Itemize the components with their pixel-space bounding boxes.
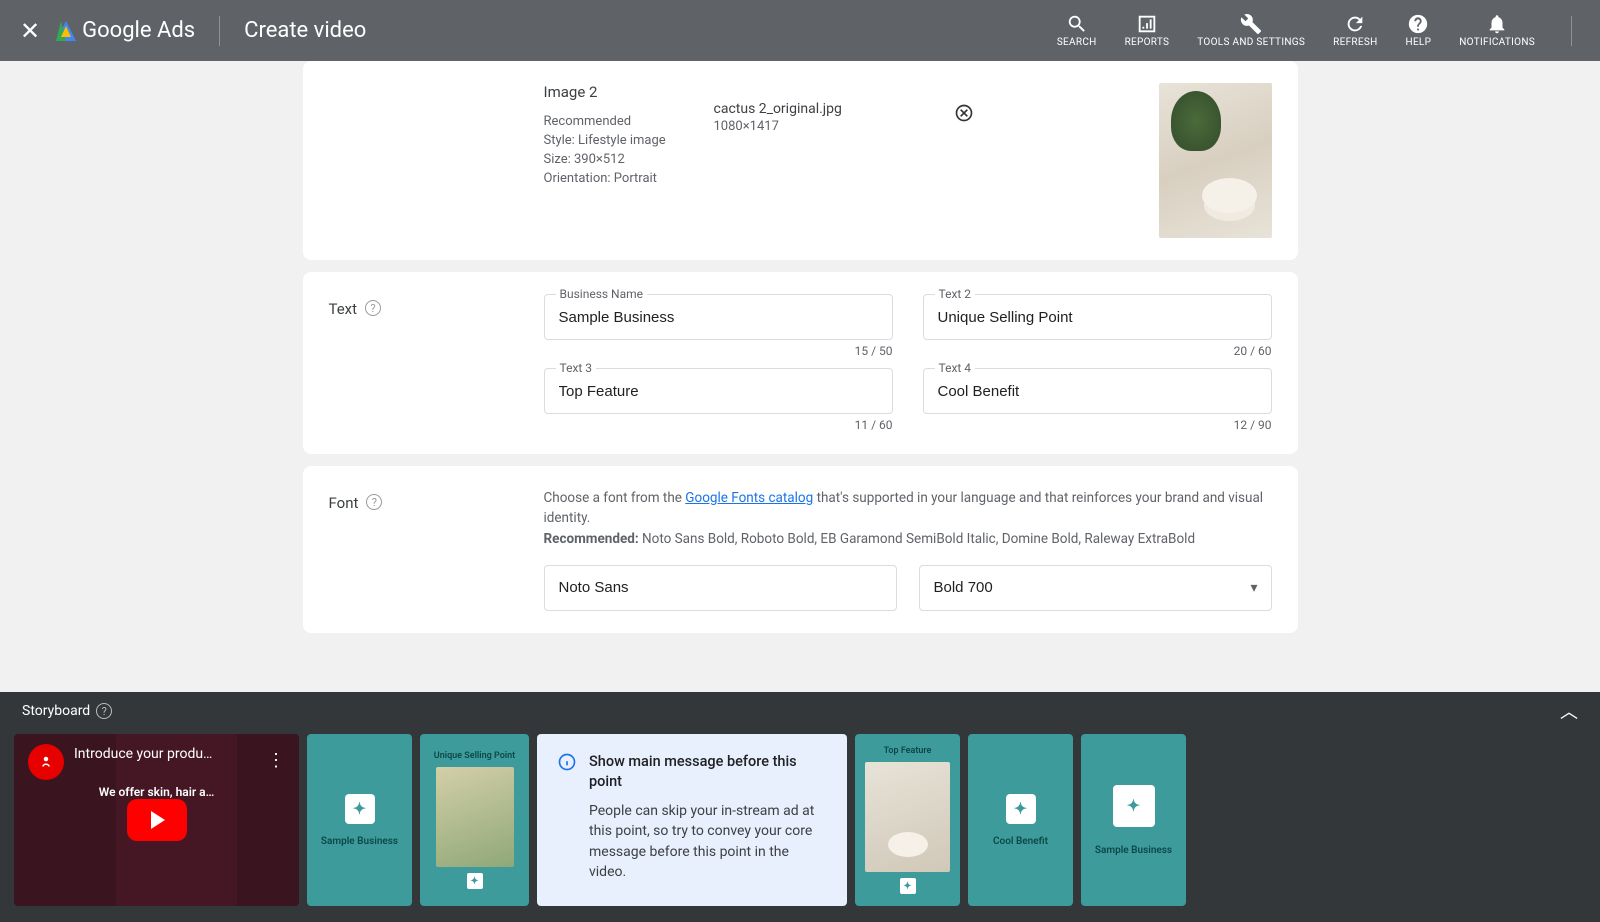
video-title: Introduce your produ… [74, 746, 259, 762]
storyboard-frame[interactable]: ✦ Sample Business [307, 734, 412, 906]
font-family-input[interactable] [544, 565, 897, 611]
chevron-up-icon[interactable]: ︿ [1560, 698, 1578, 724]
image-thumbnail[interactable] [1159, 83, 1272, 238]
info-body: People can skip your in-stream ad at thi… [589, 801, 827, 882]
text-card: Text ? Business Name 15 / 50 Text 2 20 /… [303, 272, 1298, 454]
brand-logo-icon: ✦ [1113, 785, 1155, 827]
notifications-button[interactable]: NOTIFICATIONS [1459, 13, 1535, 48]
field-label: Text 3 [556, 361, 597, 375]
play-button[interactable] [127, 799, 187, 841]
storyboard-info: Show main message before this point Peop… [537, 734, 847, 906]
close-icon[interactable]: ✕ [20, 17, 40, 45]
storyboard-frame[interactable]: Top Feature ✦ [855, 734, 960, 906]
reports-button[interactable]: REPORTS [1125, 13, 1170, 48]
close-circle-icon [954, 103, 974, 123]
image-card: Image 2 Recommended Style: Lifestyle ima… [303, 61, 1298, 260]
frame-image [436, 767, 514, 867]
help-icon[interactable]: ? [366, 494, 382, 510]
help-icon[interactable]: ? [365, 300, 381, 316]
font-weight-select[interactable] [919, 565, 1272, 611]
wrench-icon [1240, 13, 1262, 35]
char-counter: 15 / 50 [544, 344, 893, 358]
brand-text: Google Ads [82, 18, 195, 43]
storyboard-title: Storyboard [22, 703, 90, 719]
brand-logo-icon: ✦ [900, 878, 916, 894]
field-label: Business Name [556, 287, 648, 301]
video-preview[interactable]: Introduce your produ… ⋮ We offer skin, h… [14, 734, 299, 906]
storyboard-frame[interactable]: ✦ Sample Business [1081, 734, 1186, 906]
logo-icon [56, 21, 76, 41]
image-size: Size: 390×512 [544, 151, 694, 170]
image-filename: cactus 2_original.jpg [714, 101, 934, 117]
search-icon [1066, 13, 1088, 35]
brand-logo-icon: ✦ [345, 794, 375, 824]
char-counter: 12 / 90 [923, 418, 1272, 432]
fonts-catalog-link[interactable]: Google Fonts catalog [685, 490, 813, 506]
font-description: Choose a font from the Google Fonts cata… [544, 488, 1272, 549]
field-label: Text 4 [935, 361, 976, 375]
refresh-icon [1344, 13, 1366, 35]
remove-image-button[interactable] [954, 83, 974, 127]
more-icon[interactable]: ⋮ [267, 750, 285, 771]
char-counter: 20 / 60 [923, 344, 1272, 358]
refresh-button[interactable]: REFRESH [1333, 13, 1377, 48]
help-icon [1407, 13, 1429, 35]
frame-image [865, 762, 950, 872]
image-rec: Recommended [544, 113, 694, 132]
brand-logo-icon: ✦ [1006, 794, 1036, 824]
youtube-icon [28, 744, 64, 780]
storyboard-frame[interactable]: Unique Selling Point ✦ [420, 734, 529, 906]
text-section-label: Text [329, 300, 358, 318]
reports-icon [1136, 13, 1158, 35]
google-ads-logo: Google Ads [56, 18, 195, 43]
char-counter: 11 / 60 [544, 418, 893, 432]
info-icon [557, 752, 577, 888]
storyboard-frame[interactable]: ✦ Cool Benefit [968, 734, 1073, 906]
tools-button[interactable]: TOOLS AND SETTINGS [1197, 13, 1305, 48]
font-card: Font ? Choose a font from the Google Fon… [303, 466, 1298, 633]
bell-icon [1486, 13, 1508, 35]
image-orientation: Orientation: Portrait [544, 170, 694, 189]
image-dimensions: 1080×1417 [714, 119, 934, 134]
info-title: Show main message before this point [589, 752, 827, 791]
help-icon[interactable]: ? [96, 703, 112, 719]
divider [219, 16, 220, 46]
image-title: Image 2 [544, 83, 694, 101]
search-button[interactable]: SEARCH [1057, 13, 1097, 48]
font-section-label: Font [329, 494, 359, 512]
page-title: Create video [244, 18, 366, 43]
brand-logo-icon: ✦ [467, 873, 483, 889]
image-style: Style: Lifestyle image [544, 132, 694, 151]
storyboard-panel: Storyboard ? ︿ Introduce your produ… ⋮ W… [0, 692, 1600, 922]
help-button[interactable]: HELP [1406, 13, 1432, 48]
divider [1571, 16, 1572, 46]
field-label: Text 2 [935, 287, 976, 301]
